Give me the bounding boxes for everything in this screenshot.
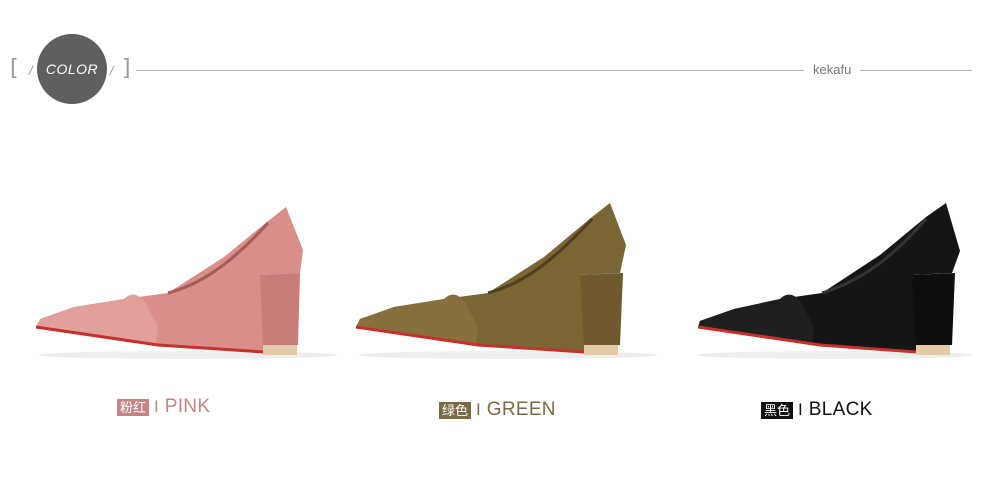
bracket-right: ] [122,56,131,81]
slash-left: / [29,63,33,78]
caption-pink: 粉红 I PINK [117,396,210,418]
color-badge-label: COLOR [45,61,99,77]
color-name-en: BLACK [808,399,873,420]
divider-line [136,70,804,71]
shoe-image-pink [28,195,348,370]
bracket-left: [ [10,56,19,81]
caption-black: 黑色 I BLACK [761,399,873,421]
caption-separator: I [798,400,803,419]
color-tag-cn: 粉红 [117,398,150,416]
shoe-image-black [690,195,980,370]
color-name-en: PINK [164,396,211,417]
divider-line-short [860,70,972,71]
shoe-image-green [348,195,668,370]
color-name-en: GREEN [486,399,556,420]
color-header: [ / COLOR / ] kekafu [0,0,990,120]
caption-green: 绿色 I GREEN [439,399,556,421]
color-tag-cn: 绿色 [439,401,472,419]
color-tag-cn: 黑色 [761,401,794,419]
slash-right: / [110,63,114,78]
brand-name: kekafu [813,62,852,77]
caption-separator: I [154,397,159,416]
caption-separator: I [476,400,481,419]
color-badge: COLOR [37,34,107,104]
